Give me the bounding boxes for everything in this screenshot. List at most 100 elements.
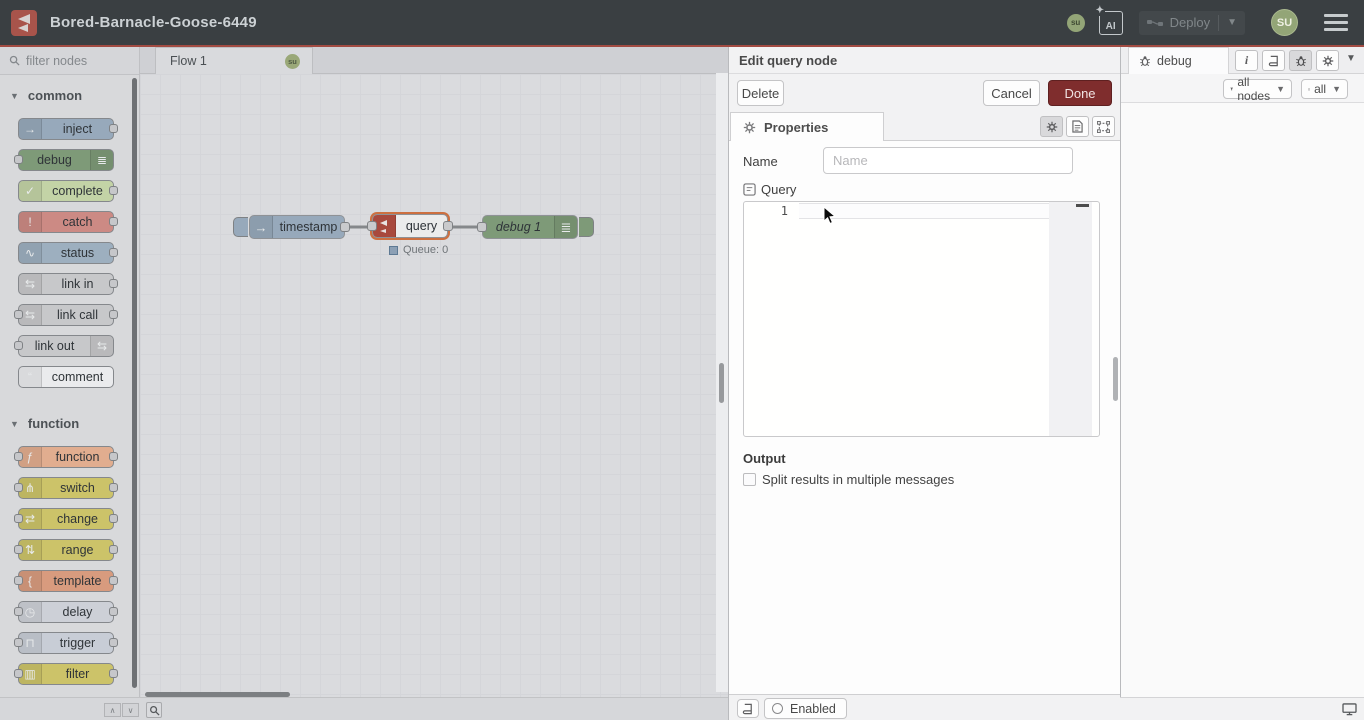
bug-icon [1295, 55, 1307, 67]
flow-node-query[interactable]: query [372, 214, 448, 238]
palette-category-common: ▼common →inject ≣debug ✓complete !catch ∿stat… [0, 75, 139, 403]
palette-category-label: common [28, 88, 82, 103]
palette-node-range[interactable]: ⇅range [18, 539, 114, 561]
palette-expand-all-button[interactable]: ∨ [122, 703, 139, 717]
chevron-down-icon[interactable]: ▼ [1343, 53, 1359, 64]
palette-node-complete[interactable]: ✓complete [18, 180, 114, 202]
flow-node-debug-1[interactable]: ≣debug 1 [482, 215, 578, 239]
delete-button[interactable]: Delete [737, 80, 784, 106]
chevron-down-icon: ∨ [128, 706, 134, 715]
node-label: debug 1 [483, 216, 554, 238]
complete-icon: ✓ [19, 181, 42, 201]
tray-footer: Enabled [729, 694, 1120, 720]
output-port[interactable] [443, 221, 453, 231]
flow-node-timestamp[interactable]: →timestamp [249, 215, 345, 239]
palette-node-filter[interactable]: ▥filter [18, 663, 114, 685]
palette-node-trigger[interactable]: ⊓trigger [18, 632, 114, 654]
palette-node-function[interactable]: ƒfunction [18, 446, 114, 468]
open-dashboard-button[interactable] [1339, 701, 1359, 718]
palette-node-switch[interactable]: ⋔switch [18, 477, 114, 499]
palette-category-header-common[interactable]: ▼common [0, 75, 139, 114]
mouse-cursor [823, 206, 837, 226]
user-avatar[interactable]: SU [1271, 9, 1298, 36]
ai-assistant-icon[interactable]: ✦ AI [1099, 11, 1123, 35]
bug-icon [1139, 55, 1151, 67]
input-port [14, 310, 23, 319]
timestamp-node-button[interactable] [233, 217, 248, 237]
palette-node-link-call[interactable]: ⇆link call [18, 304, 114, 326]
query-code-editor[interactable]: 1 [743, 201, 1100, 437]
chevron-down-icon[interactable]: ▼ [1227, 17, 1237, 28]
link-icon: ⇆ [90, 336, 113, 356]
node-help-button[interactable] [737, 699, 759, 718]
palette-node-comment[interactable]: “comment [18, 366, 114, 388]
palette-node-label: template [42, 571, 113, 591]
debug-filter-nodes-button[interactable]: all nodes ▼ [1223, 79, 1292, 99]
input-port[interactable] [477, 222, 487, 232]
palette-scrollbar[interactable] [132, 78, 137, 688]
tray-scrollbar[interactable] [1113, 357, 1118, 401]
cancel-button[interactable]: Cancel [983, 80, 1040, 106]
palette-categories: ▼common →inject ≣debug ✓complete !catch ∿stat… [0, 75, 139, 697]
tab-debug[interactable]: debug [1128, 47, 1229, 74]
canvas-vertical-scrollbar[interactable] [716, 73, 728, 692]
sidebar-help-button[interactable] [1262, 50, 1285, 71]
edit-description-button[interactable] [1066, 116, 1089, 137]
sidebar-config-button[interactable] [1316, 50, 1339, 71]
debug-messages-panel[interactable] [1121, 103, 1364, 696]
palette-node-link-in[interactable]: ⇆link in [18, 273, 114, 295]
node-palette: filter nodes ▼common →inject ≣debug ✓comple… [0, 47, 140, 697]
palette-node-label: switch [42, 478, 113, 498]
palette-node-template[interactable]: {template [18, 570, 114, 592]
node-appearance-button[interactable] [1092, 116, 1115, 137]
output-port [109, 545, 118, 554]
sidebar-info-button[interactable]: i [1235, 50, 1258, 71]
split-results-checkbox[interactable] [743, 473, 756, 486]
book-icon [742, 703, 754, 715]
debug-clear-button[interactable]: all ▼ [1301, 79, 1348, 99]
output-port[interactable] [340, 222, 350, 232]
tab-properties[interactable]: Properties [730, 112, 884, 141]
main-menu-icon[interactable] [1324, 14, 1348, 31]
deploy-button[interactable]: Deploy ▼ [1139, 11, 1245, 35]
palette-node-label: complete [42, 181, 113, 201]
tray-toolbar: Delete Cancel Done [729, 74, 1120, 112]
canvas-horizontal-scrollbar[interactable] [145, 692, 290, 697]
palette-node-label: filter [42, 664, 113, 684]
input-port[interactable] [367, 221, 377, 231]
inject-icon: → [250, 216, 273, 238]
node-enabled-toggle[interactable]: Enabled [764, 698, 847, 719]
debug-1-node-button[interactable] [579, 217, 594, 237]
debug-icon: ≣ [554, 216, 577, 238]
name-input[interactable] [823, 147, 1073, 174]
collaborator-avatar[interactable]: su [1067, 14, 1085, 32]
catch-icon: ! [19, 212, 42, 232]
palette-node-debug[interactable]: ≣debug [18, 149, 114, 171]
flow-canvas[interactable]: →timestampqueryQueue: 0≣debug 1 [140, 74, 728, 697]
canvas-navigator-button[interactable] [146, 702, 162, 718]
done-button[interactable]: Done [1048, 80, 1112, 106]
palette-node-label: link out [19, 336, 90, 356]
palette-node-inject[interactable]: →inject [18, 118, 114, 140]
palette-node-catch[interactable]: !catch [18, 211, 114, 233]
trash-icon [1308, 84, 1310, 95]
palette-category-header-function[interactable]: ▼function [0, 403, 139, 442]
palette-collapse-all-button[interactable]: ∧ [104, 703, 121, 717]
gear-icon [743, 121, 756, 134]
palette-node-delay[interactable]: ◷delay [18, 601, 114, 623]
palette-node-change[interactable]: ⇄change [18, 508, 114, 530]
query-label: Query [761, 182, 796, 197]
node-label: query [396, 215, 447, 237]
palette-node-status[interactable]: ∿status [18, 242, 114, 264]
sidebar-debug-button[interactable] [1289, 50, 1312, 71]
palette-node-link-out[interactable]: ⇆link out [18, 335, 114, 357]
edit-properties-button[interactable] [1040, 116, 1063, 137]
output-port [109, 452, 118, 461]
palette-filter[interactable]: filter nodes [0, 47, 139, 75]
input-port [14, 483, 23, 492]
palette-node-label: status [42, 243, 113, 263]
comment-icon: “ [19, 367, 42, 387]
flow-tab[interactable]: Flow 1 su [155, 47, 313, 74]
editor-minimap[interactable] [1049, 202, 1092, 436]
palette-category-label: function [28, 416, 79, 431]
